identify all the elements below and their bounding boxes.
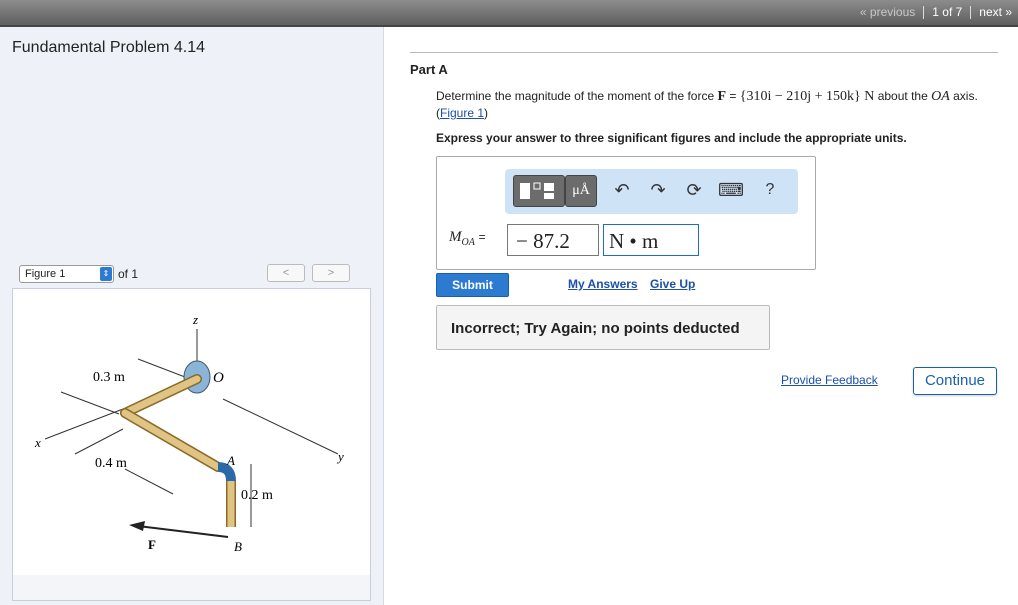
- dimension-label: 0.4 m: [95, 456, 127, 471]
- position-indicator: 1 of 7: [932, 5, 963, 19]
- question-middle: about the: [874, 89, 932, 103]
- y-axis-line: [222, 398, 339, 455]
- dimension-label: 0.2 m: [241, 488, 273, 503]
- give-up-link[interactable]: Give Up: [650, 277, 695, 291]
- z-label: z: [192, 312, 198, 327]
- part-title: Part A: [410, 62, 448, 77]
- pipe-assembly-figure: z x y O A B F 0.3 m 0.4 m 0.2 m: [34, 312, 344, 554]
- arrowhead-icon: [129, 521, 145, 531]
- submit-button[interactable]: Submit: [436, 273, 509, 297]
- force-arrow: [137, 525, 229, 538]
- answer-box: μÅ ↶ ↷ ⟳ ⌨ ? MOA = − 87.2 N • m: [436, 156, 816, 270]
- dimension-line: [60, 391, 120, 415]
- dimension-label: 0.3 m: [93, 370, 125, 385]
- separator: [970, 5, 972, 19]
- dimension-line: [74, 428, 124, 455]
- reset-icon[interactable]: ⟳: [682, 175, 706, 205]
- variable-subscript: OA: [461, 237, 475, 248]
- force-expression: {310i − 210j + 150k} N: [739, 89, 875, 104]
- my-answers-link[interactable]: My Answers: [568, 277, 638, 291]
- separator: [923, 5, 925, 19]
- answer-value-input[interactable]: − 87.2: [507, 224, 599, 256]
- answer-variable-label: MOA =: [449, 229, 486, 248]
- math-toolbar: μÅ ↶ ↷ ⟳ ⌨ ?: [505, 169, 798, 214]
- axis-name: OA: [931, 89, 950, 104]
- question-prefix: Determine the magnitude of the moment of…: [436, 89, 715, 103]
- force-label: F: [148, 537, 156, 552]
- previous-link[interactable]: « previous: [860, 5, 915, 19]
- question-close: ): [484, 106, 489, 120]
- units-icon[interactable]: μÅ: [565, 175, 597, 207]
- templates-icon[interactable]: [513, 175, 565, 207]
- provide-feedback-link[interactable]: Provide Feedback: [781, 373, 878, 387]
- figure-select[interactable]: Figure 1 ⇕: [19, 265, 114, 283]
- y-label: y: [336, 449, 344, 464]
- equals-sign: =: [478, 230, 486, 244]
- answer-unit-input[interactable]: N • m: [603, 224, 699, 256]
- figure-navigation: Figure 1 ⇕ of 1: [19, 265, 138, 283]
- help-icon[interactable]: ?: [758, 175, 782, 205]
- templates-glyph: [520, 182, 554, 199]
- continue-button[interactable]: Continue: [913, 367, 997, 395]
- feedback-message: Incorrect; Try Again; no points deducted: [436, 305, 770, 350]
- chevron-up-down-icon: ⇕: [100, 267, 112, 281]
- point-o-label: O: [213, 370, 224, 386]
- x-label: x: [34, 435, 41, 450]
- instructions: Express your answer to three significant…: [436, 131, 907, 145]
- figure-link[interactable]: Figure 1: [440, 106, 484, 120]
- variable: M: [449, 229, 462, 245]
- figure-select-value: Figure 1: [25, 268, 66, 280]
- pipe-elbow: [217, 462, 236, 482]
- point-a-label: A: [226, 453, 235, 468]
- question-text: Determine the magnitude of the moment of…: [436, 88, 996, 121]
- dimension-line: [124, 468, 174, 495]
- pager: « previous 1 of 7 next »: [860, 5, 1012, 19]
- figure-footer: [12, 575, 371, 601]
- problem-title: Fundamental Problem 4.14: [12, 39, 205, 56]
- divider: [410, 52, 998, 53]
- redo-icon[interactable]: ↷: [646, 175, 670, 205]
- pipe-segment: [121, 375, 201, 417]
- figure-count-label: of 1: [118, 267, 139, 281]
- top-navigation-bar: « previous 1 of 7 next »: [0, 0, 1018, 27]
- equals-sign: =: [726, 89, 740, 103]
- point-b-label: B: [234, 539, 242, 554]
- force-symbol: F: [717, 89, 727, 104]
- next-link[interactable]: next »: [979, 5, 1012, 19]
- figure-next-button[interactable]: >: [312, 264, 350, 282]
- pipe-segment: [121, 409, 222, 471]
- undo-icon[interactable]: ↶: [610, 175, 634, 205]
- figure-panel: z x y O A B F 0.3 m 0.4 m 0.2 m: [12, 288, 371, 576]
- x-axis-line: [44, 408, 124, 440]
- keyboard-icon[interactable]: ⌨: [718, 175, 744, 205]
- dimension-line: [137, 358, 186, 378]
- figure-prev-button[interactable]: <: [267, 264, 305, 282]
